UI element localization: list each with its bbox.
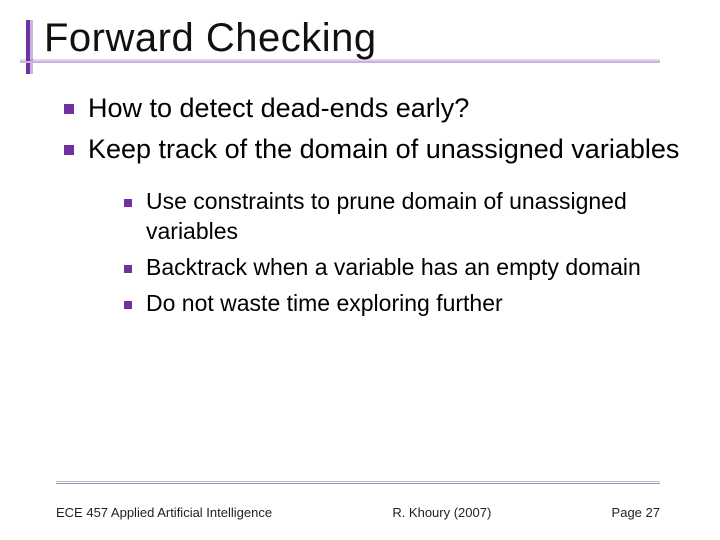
square-bullet-icon	[124, 265, 132, 273]
square-bullet-icon	[124, 199, 132, 207]
footer-author: R. Khoury (2007)	[392, 505, 491, 520]
bullet-lvl2: Use constraints to prune domain of unass…	[124, 187, 680, 247]
slide: Forward Checking How to detect dead-ends…	[0, 0, 720, 540]
footer: ECE 457 Applied Artificial Intelligence …	[0, 505, 720, 520]
slide-body: How to detect dead-ends early? Keep trac…	[0, 61, 720, 319]
bullet-text: Backtrack when a variable has an empty d…	[146, 253, 641, 283]
bullet-lvl1: How to detect dead-ends early?	[64, 91, 680, 126]
title-block: Forward Checking	[0, 0, 720, 61]
bullet-text: Do not waste time exploring further	[146, 289, 503, 319]
square-bullet-icon	[124, 301, 132, 309]
footer-course: ECE 457 Applied Artificial Intelligence	[56, 505, 272, 520]
title-accent-vertical	[26, 20, 30, 74]
bullet-text: Keep track of the domain of unassigned v…	[88, 132, 679, 167]
title-underline	[20, 61, 660, 63]
slide-title: Forward Checking	[20, 16, 720, 61]
square-bullet-icon	[64, 104, 74, 114]
footer-rule	[56, 483, 660, 484]
square-bullet-icon	[64, 145, 74, 155]
footer-page: Page 27	[612, 505, 660, 520]
bullet-lvl2: Backtrack when a variable has an empty d…	[124, 253, 680, 283]
bullet-text: How to detect dead-ends early?	[88, 91, 469, 126]
bullet-text: Use constraints to prune domain of unass…	[146, 187, 680, 247]
sub-bullets: Use constraints to prune domain of unass…	[64, 173, 680, 319]
bullet-lvl1: Keep track of the domain of unassigned v…	[64, 132, 680, 167]
bullet-lvl2: Do not waste time exploring further	[124, 289, 680, 319]
